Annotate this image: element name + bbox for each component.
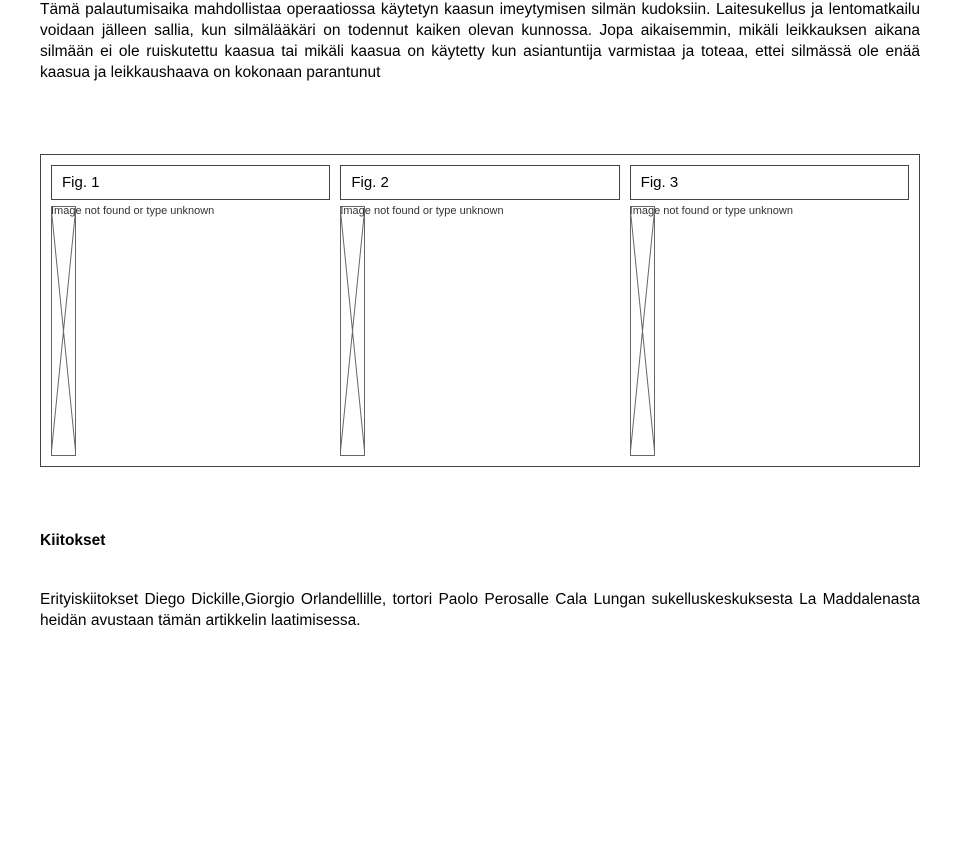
- figure-cell-1: Fig. 1 Image not found or type unknown: [51, 165, 330, 456]
- broken-image-text: Image not found or type unknown: [51, 205, 214, 217]
- broken-image-text: Image not found or type unknown: [340, 205, 503, 217]
- broken-image-icon: [630, 206, 655, 456]
- acknowledgements-paragraph: Erityiskiitokset Diego Dickille,Giorgio …: [40, 590, 920, 632]
- figures-container: Fig. 1 Image not found or type unknown F…: [40, 154, 920, 467]
- broken-image-placeholder: Image not found or type unknown: [340, 206, 619, 456]
- broken-image-icon: [340, 206, 365, 456]
- figure-caption: Fig. 3: [630, 165, 909, 200]
- body-paragraph: Tämä palautumisaika mahdollistaa operaat…: [40, 0, 920, 84]
- figure-caption: Fig. 2: [340, 165, 619, 200]
- acknowledgements-heading: Kiitokset: [40, 532, 920, 550]
- figure-caption: Fig. 1: [51, 165, 330, 200]
- broken-image-placeholder: Image not found or type unknown: [630, 206, 909, 456]
- broken-image-text: Image not found or type unknown: [630, 205, 793, 217]
- broken-image-icon: [51, 206, 76, 456]
- broken-image-placeholder: Image not found or type unknown: [51, 206, 330, 456]
- figure-cell-3: Fig. 3 Image not found or type unknown: [630, 165, 909, 456]
- figure-cell-2: Fig. 2 Image not found or type unknown: [340, 165, 619, 456]
